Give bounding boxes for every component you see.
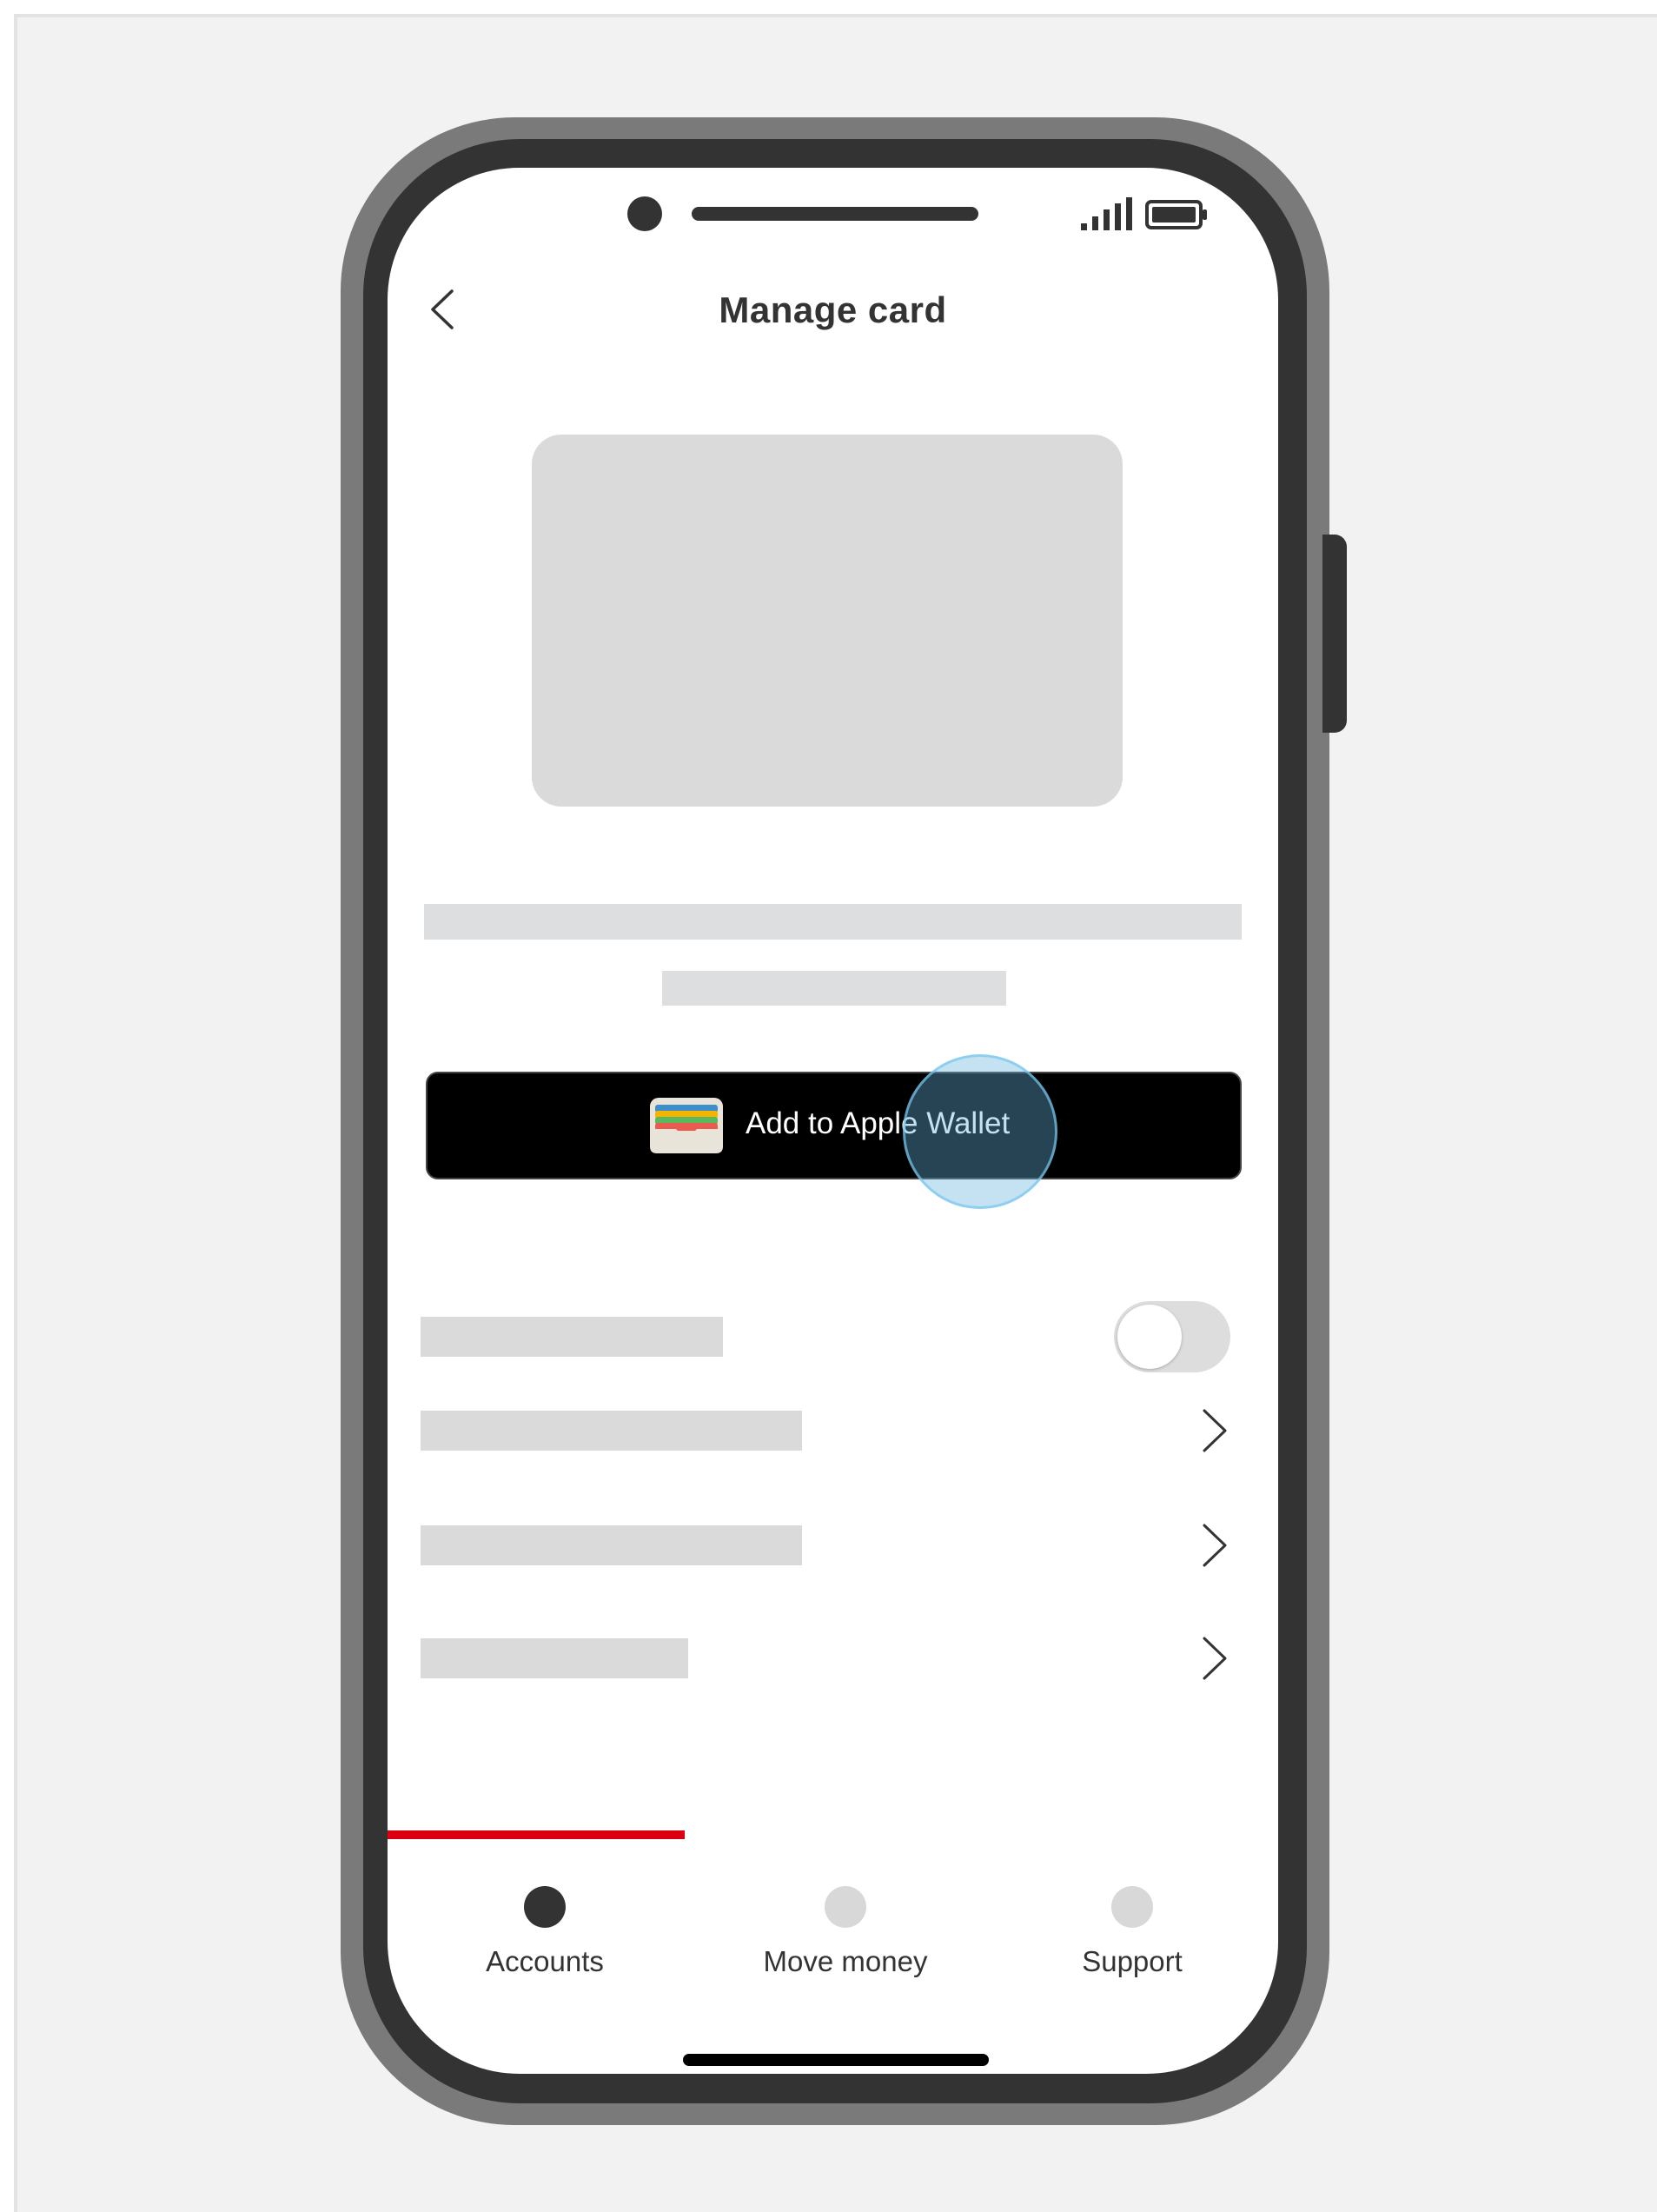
settings-row-label-placeholder (421, 1525, 802, 1565)
card-image-placeholder (532, 435, 1123, 807)
settings-row-label-placeholder (421, 1317, 723, 1357)
tab-dot-icon (825, 1886, 866, 1928)
apple-wallet-icon (650, 1098, 723, 1153)
settings-row-label-placeholder (421, 1411, 802, 1451)
tab-label: Support (1082, 1945, 1183, 1977)
skeleton-text-line (662, 971, 1006, 1006)
tab-label: Move money (763, 1945, 928, 1977)
chevron-right-icon[interactable] (1199, 1407, 1230, 1454)
phone-screen: Manage card Add to Apple Wallet Accounts (388, 168, 1278, 2074)
signal-icon (1081, 197, 1132, 230)
skeleton-text-line (424, 904, 1242, 940)
settings-row-label-placeholder (421, 1638, 688, 1678)
toggle-knob (1117, 1305, 1182, 1369)
camera-dot (627, 196, 662, 231)
battery-icon (1145, 200, 1207, 229)
tab-label: Accounts (486, 1945, 604, 1977)
tab-support[interactable]: Support (993, 1886, 1271, 1982)
active-tab-indicator (388, 1830, 685, 1839)
home-indicator (683, 2054, 989, 2066)
page-title: Manage card (719, 289, 947, 330)
add-to-apple-wallet-button[interactable]: Add to Apple Wallet (426, 1072, 1242, 1179)
speaker-bar (692, 207, 978, 221)
tab-dot-icon (1111, 1886, 1153, 1928)
tab-dot-icon (524, 1886, 566, 1928)
tab-move-money[interactable]: Move money (706, 1886, 984, 1982)
chevron-right-icon[interactable] (1199, 1635, 1230, 1682)
tab-accounts[interactable]: Accounts (406, 1886, 684, 1982)
chevron-right-icon[interactable] (1199, 1522, 1230, 1569)
settings-toggle[interactable] (1114, 1301, 1230, 1372)
tap-indicator (903, 1054, 1057, 1209)
phone-side-button (1322, 535, 1347, 733)
